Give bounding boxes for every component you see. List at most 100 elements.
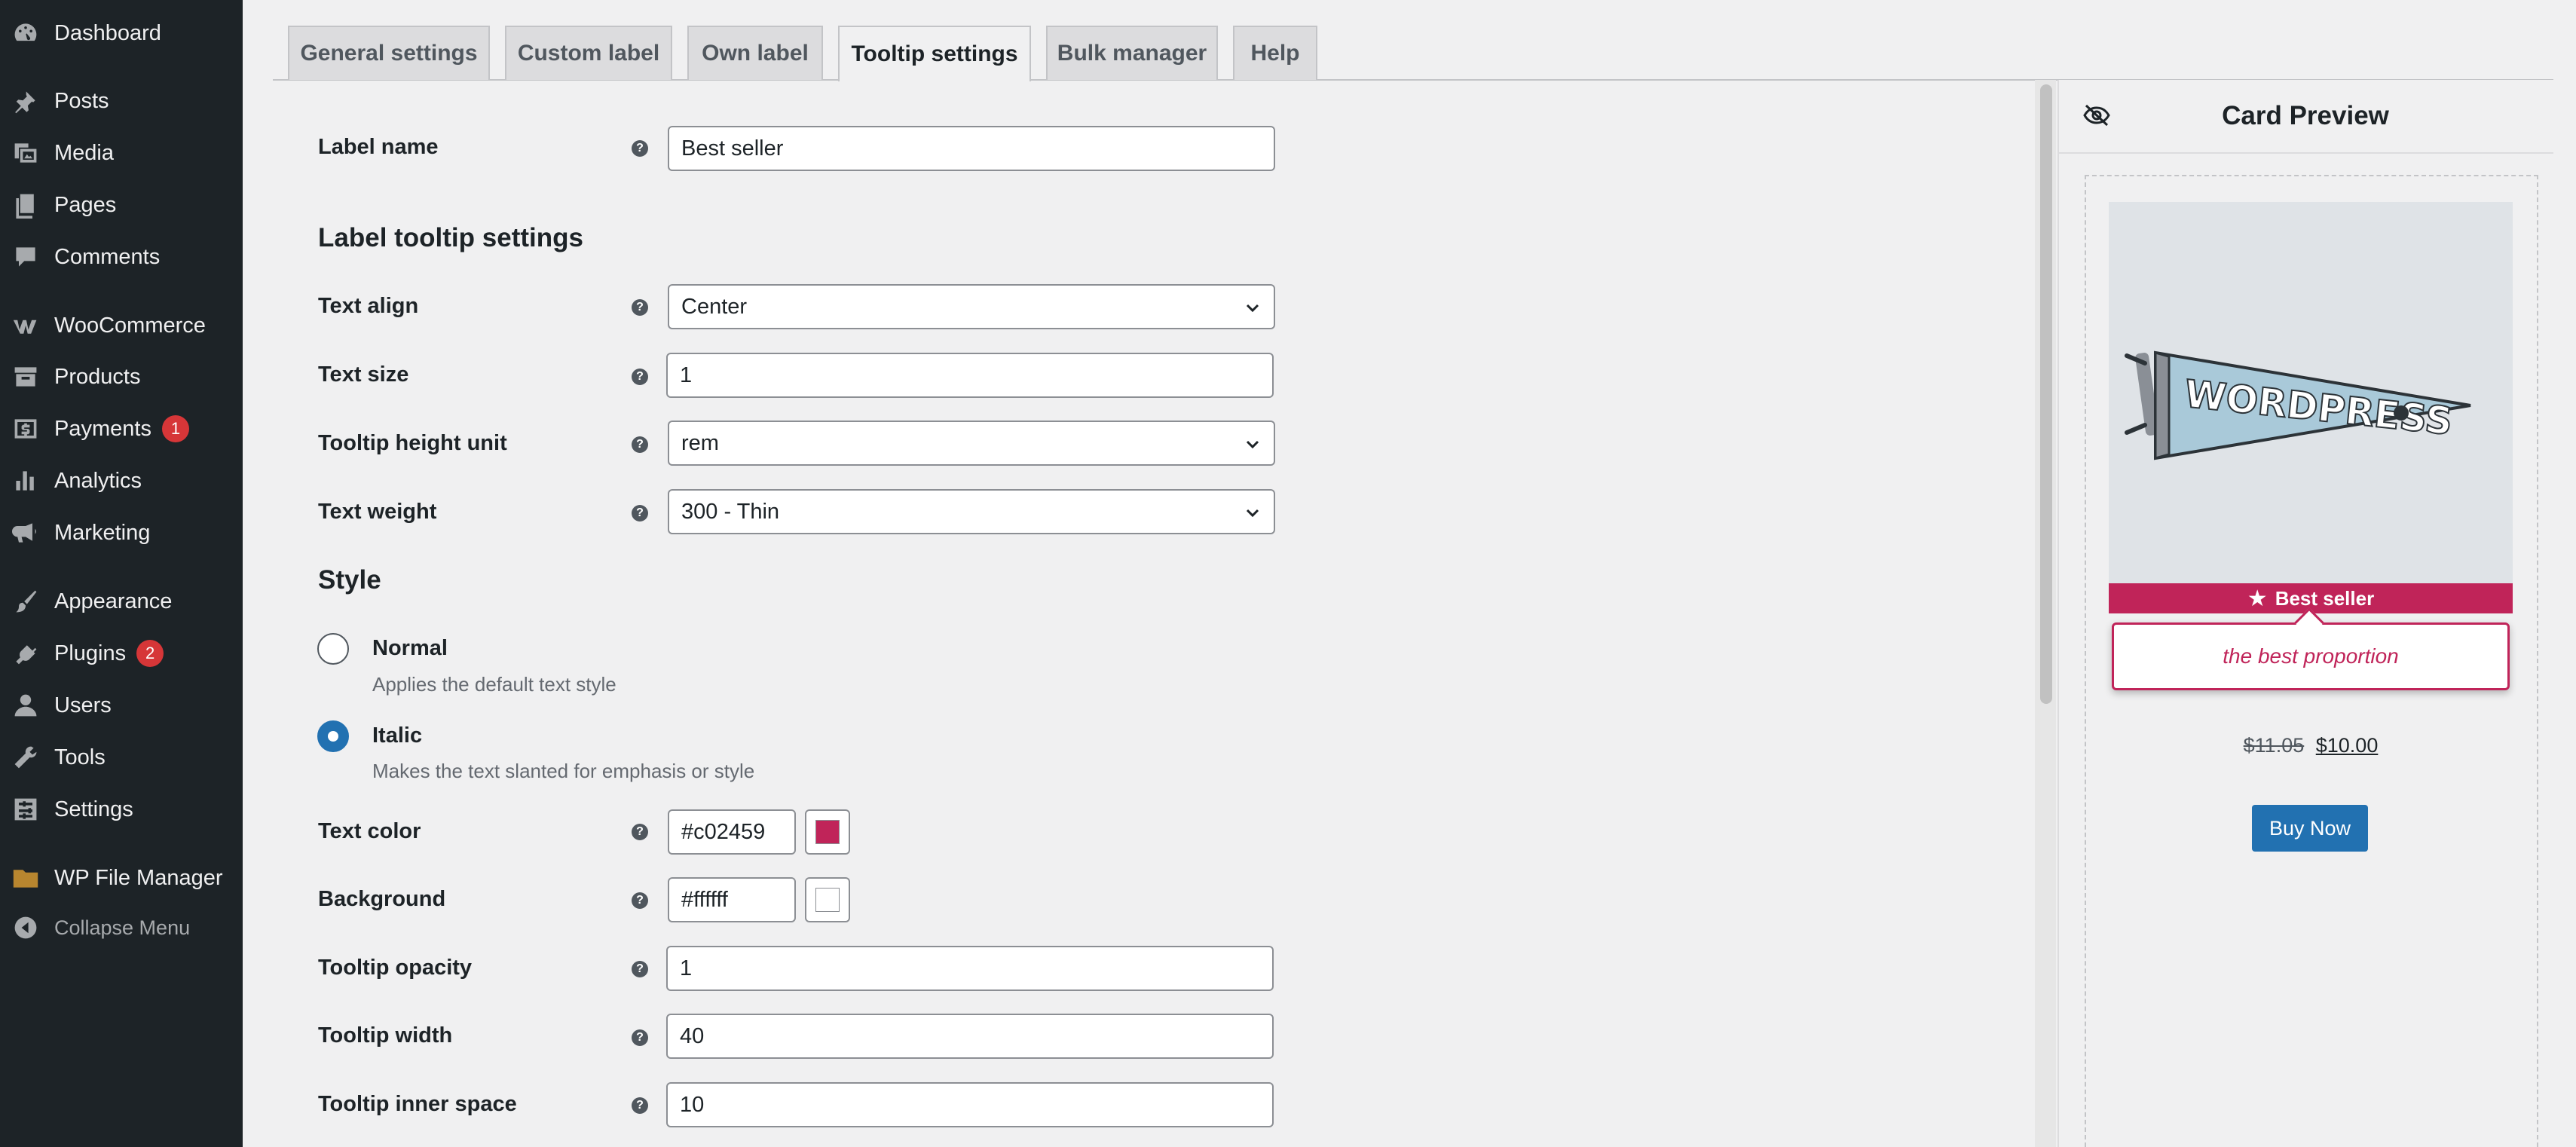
tooltip-opacity-input[interactable]: 1 [666,946,1274,991]
label-name-label: Label name [318,135,439,159]
collapse-menu-button[interactable]: Collapse Menu [0,907,243,949]
comment-icon [11,242,41,272]
tooltip-height-unit-label: Tooltip height unit [318,431,507,455]
sidebar-item-media[interactable]: Media [0,132,243,174]
media-icon [11,138,41,168]
text-color-swatch[interactable] [805,809,850,855]
style-normal-description: Applies the default text style [372,673,616,696]
paintbrush-icon [11,586,41,616]
sidebar-item-label: Users [54,693,112,717]
collapse-arrow-icon [11,913,41,943]
archive-icon [11,362,41,392]
help-icon[interactable]: ? [632,369,648,385]
tooltip-width-input[interactable]: 40 [666,1014,1274,1059]
chevron-down-icon [1246,440,1259,449]
text-weight-value: 300 - Thin [681,499,780,524]
text-color-input[interactable]: #c02459 [668,809,796,855]
price-row: $11.05 $10.00 [2109,734,2513,757]
style-normal-radio[interactable] [317,633,349,665]
sidebar-item-label: Dashboard [54,20,161,45]
help-icon[interactable]: ? [632,892,648,909]
background-color-swatch[interactable] [805,877,850,922]
help-icon[interactable]: ? [632,824,648,840]
sidebar-item-label: Pages [54,192,117,217]
sidebar-item-label: Posts [54,88,109,113]
sidebar-item-label: Comments [54,244,161,269]
sidebar-item-label: Products [54,364,141,389]
buy-now-button[interactable]: Buy Now [2252,805,2368,852]
help-icon[interactable]: ? [632,436,648,453]
tooltip-inner-space-input[interactable]: 10 [666,1082,1274,1127]
style-italic-description: Makes the text slanted for emphasis or s… [372,760,755,782]
sidebar-item-label: WooCommerce [54,313,206,338]
tooltip-opacity-label: Tooltip opacity [318,956,473,980]
label-bar-text: Best seller [2275,586,2375,610]
help-icon[interactable]: ? [632,1097,648,1114]
product-image: WORDPRESS [2109,202,2513,583]
sidebar-item-label: Analytics [54,468,142,493]
sidebar-item-tools[interactable]: Tools [0,736,243,778]
folder-icon [11,863,41,893]
woocommerce-icon [11,310,41,341]
user-icon [11,690,41,720]
label-name-input[interactable]: Best seller [668,126,1275,171]
sidebar-item-comments[interactable]: Comments [0,236,243,278]
background-color-input[interactable]: #ffffff [668,877,796,922]
wrench-icon [11,742,41,772]
tooltip-height-unit-select[interactable]: rem [668,421,1275,466]
help-icon[interactable]: ? [632,299,648,316]
pennant-image: WORDPRESS [2125,350,2471,460]
text-size-label: Text size [318,362,409,387]
sidebar-item-pages[interactable]: Pages [0,184,243,226]
star-icon: ★ [2247,586,2268,611]
tab-custom-label[interactable]: Custom label [505,26,672,80]
sidebar-item-analytics[interactable]: Analytics [0,460,243,502]
sidebar-item-label: Media [54,140,114,165]
sidebar-item-woocommerce[interactable]: WooCommerce [0,304,243,347]
chevron-down-icon [1246,509,1259,518]
sidebar-item-wp-file-manager[interactable]: WP File Manager [0,857,243,899]
form-scrollbar-thumb[interactable] [2040,84,2052,704]
sidebar-item-posts[interactable]: Posts [0,80,243,122]
text-weight-select[interactable]: 300 - Thin [668,489,1275,534]
sidebar-item-plugins[interactable]: Plugins 2 [0,632,243,674]
tab-general-settings[interactable]: General settings [288,26,490,80]
help-icon[interactable]: ? [632,140,648,157]
tab-bulk-manager[interactable]: Bulk manager [1046,26,1218,80]
style-italic-label: Italic [372,723,423,748]
dashboard-icon [11,18,41,48]
settings-icon [11,794,41,824]
tab-own-label[interactable]: Own label [687,26,823,80]
dollar-icon [11,414,41,444]
sidebar-item-payments[interactable]: Payments 1 [0,408,243,450]
tooltip-width-label: Tooltip width [318,1023,453,1048]
sidebar-item-marketing[interactable]: Marketing [0,512,243,554]
plug-icon [11,638,41,668]
sidebar-item-appearance[interactable]: Appearance [0,580,243,622]
notification-badge: 2 [136,640,164,667]
text-weight-label: Text weight [318,500,437,524]
style-normal-label: Normal [372,636,448,660]
collapse-menu-label: Collapse Menu [54,916,191,939]
tooltip-text: the best proportion [2223,644,2399,668]
sidebar-item-products[interactable]: Products [0,356,243,398]
help-icon[interactable]: ? [632,505,648,522]
notification-badge: 1 [161,415,189,442]
style-italic-radio[interactable] [317,720,349,752]
pages-icon [11,190,41,220]
text-color-label: Text color [318,819,421,843]
sidebar-item-users[interactable]: Users [0,684,243,726]
tooltip-height-unit-value: rem [681,430,719,455]
sidebar-item-dashboard[interactable]: Dashboard [0,12,243,54]
help-icon[interactable]: ? [632,1029,648,1046]
tooltip-inner-space-label: Tooltip inner space [318,1092,517,1116]
tab-tooltip-settings[interactable]: Tooltip settings [838,26,1031,81]
text-size-input[interactable]: 1 [666,353,1274,398]
chevron-down-icon [1246,304,1259,313]
tooltip-settings-heading: Label tooltip settings [318,223,583,252]
sidebar-item-settings[interactable]: Settings [0,788,243,830]
help-icon[interactable]: ? [632,961,648,977]
tab-help[interactable]: Help [1233,26,1317,80]
text-align-select[interactable]: Center [668,284,1275,329]
bar-chart-icon [11,466,41,496]
